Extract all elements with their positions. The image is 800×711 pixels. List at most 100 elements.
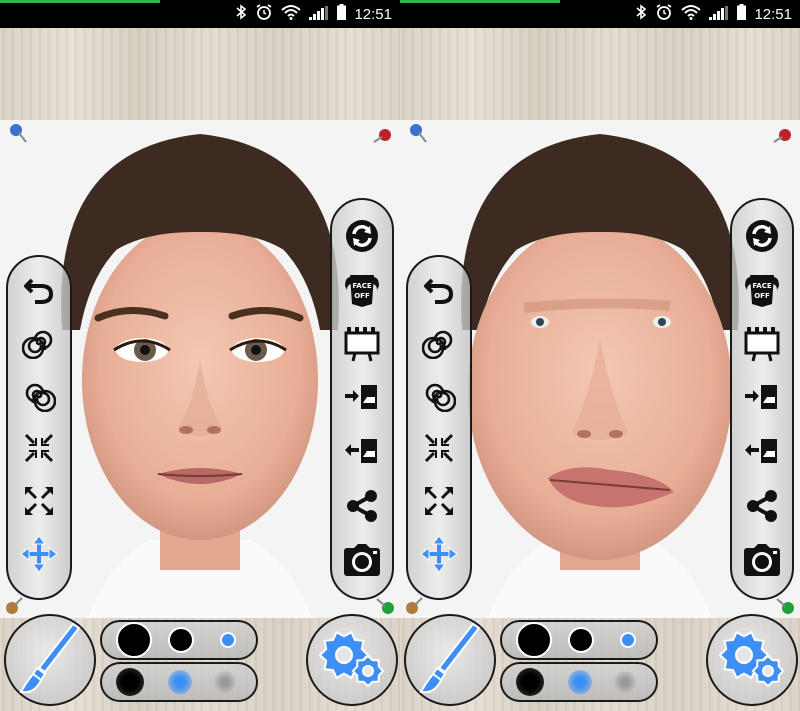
face-off-label-bottom: OFF xyxy=(354,292,370,300)
brush-hardness-hard[interactable] xyxy=(516,668,544,696)
settings-button[interactable] xyxy=(306,614,398,706)
billboard-icon xyxy=(343,326,381,366)
left-tool-swirl-right[interactable] xyxy=(8,375,70,419)
bottom-bar xyxy=(0,606,400,711)
swirl-right-icon xyxy=(22,378,57,416)
status-progress-bar xyxy=(400,0,560,3)
share-icon xyxy=(744,488,780,528)
alarm-icon xyxy=(655,3,673,25)
brush-size-medium[interactable] xyxy=(168,627,194,653)
expand-icon xyxy=(22,484,56,522)
settings-button[interactable] xyxy=(706,614,798,706)
brush-hardness-softest[interactable] xyxy=(214,671,236,693)
brush-button[interactable] xyxy=(404,614,496,706)
left-tool-undo[interactable] xyxy=(8,269,70,313)
brush-button[interactable] xyxy=(4,614,96,706)
status-time: 12:51 xyxy=(354,5,392,23)
right-tool-refresh[interactable] xyxy=(332,216,392,260)
shrink-icon xyxy=(22,431,56,469)
right-tool-camera[interactable] xyxy=(332,540,392,584)
refresh-icon xyxy=(744,218,780,258)
wifi-icon xyxy=(281,4,302,24)
status-bar: 12:51 xyxy=(400,0,800,28)
right-tool-import[interactable] xyxy=(732,378,792,422)
brush-size-large[interactable] xyxy=(116,622,152,658)
right-toolbar: FACE OFF xyxy=(330,198,394,600)
paintbrush-icon xyxy=(415,620,485,700)
swirl-left-icon xyxy=(421,325,456,363)
brush-size-selector xyxy=(100,620,258,660)
refresh-icon xyxy=(344,218,380,258)
brush-hardness-soft[interactable] xyxy=(568,670,592,694)
pin-top-left-icon xyxy=(8,122,30,150)
paintbrush-icon xyxy=(15,620,85,700)
brush-hardness-selector xyxy=(500,662,658,702)
right-tool-export[interactable] xyxy=(732,432,792,476)
brush-size-small[interactable] xyxy=(220,632,236,648)
battery-icon xyxy=(337,4,347,24)
left-tool-undo[interactable] xyxy=(408,269,470,313)
right-tool-export[interactable] xyxy=(332,432,392,476)
left-tool-swirl-left[interactable] xyxy=(8,322,70,366)
left-tool-expand[interactable] xyxy=(408,481,470,525)
shrink-icon xyxy=(422,431,456,469)
export-icon xyxy=(343,435,381,473)
brush-hardness-hard[interactable] xyxy=(116,668,144,696)
billboard-icon xyxy=(743,326,781,366)
left-tool-expand[interactable] xyxy=(8,481,70,525)
left-tool-shrink[interactable] xyxy=(408,428,470,472)
gear-icon xyxy=(316,625,388,695)
pin-top-right-icon xyxy=(372,126,394,150)
right-tool-camera[interactable] xyxy=(732,540,792,584)
brush-size-large[interactable] xyxy=(516,622,552,658)
face-off-label-bottom: OFF xyxy=(754,292,770,300)
import-icon xyxy=(343,381,381,419)
left-toolbar xyxy=(406,255,472,600)
brush-hardness-soft[interactable] xyxy=(168,670,192,694)
camera-icon xyxy=(742,542,782,582)
swirl-right-icon xyxy=(422,378,457,416)
swirl-left-icon xyxy=(21,325,56,363)
left-tool-shrink[interactable] xyxy=(8,428,70,472)
right-tool-share[interactable] xyxy=(732,486,792,530)
alarm-icon xyxy=(255,3,273,25)
right-tool-refresh[interactable] xyxy=(732,216,792,260)
status-time: 12:51 xyxy=(754,5,792,23)
right-tool-face-off[interactable]: FACE OFF xyxy=(332,270,392,314)
bluetooth-icon xyxy=(635,4,647,24)
gear-icon xyxy=(716,625,788,695)
right-tool-billboard[interactable] xyxy=(332,324,392,368)
expand-icon xyxy=(422,484,456,522)
face-off-label-top: FACE xyxy=(352,282,372,290)
brush-hardness-softest[interactable] xyxy=(614,671,636,693)
brush-size-small[interactable] xyxy=(620,632,636,648)
wifi-icon xyxy=(681,4,702,24)
move-icon xyxy=(420,535,458,577)
signal-icon xyxy=(709,5,729,24)
left-tool-move[interactable] xyxy=(408,534,470,578)
export-icon xyxy=(743,435,781,473)
undo-icon xyxy=(22,272,56,310)
bottom-bar xyxy=(400,606,800,711)
screen-original: 12:51 FACE OFF xyxy=(0,0,400,711)
undo-icon xyxy=(422,272,456,310)
right-tool-share[interactable] xyxy=(332,486,392,530)
left-tool-swirl-right[interactable] xyxy=(408,375,470,419)
left-tool-swirl-left[interactable] xyxy=(408,322,470,366)
face-off-label-top: FACE xyxy=(752,282,772,290)
right-tool-import[interactable] xyxy=(332,378,392,422)
brush-hardness-selector xyxy=(100,662,258,702)
left-toolbar xyxy=(6,255,72,600)
right-tool-billboard[interactable] xyxy=(732,324,792,368)
pin-top-right-icon xyxy=(772,126,794,150)
pin-top-left-icon xyxy=(408,122,430,150)
brush-size-selector xyxy=(500,620,658,660)
brush-size-medium[interactable] xyxy=(568,627,594,653)
camera-icon xyxy=(342,542,382,582)
left-tool-move[interactable] xyxy=(8,534,70,578)
battery-icon xyxy=(737,4,747,24)
share-icon xyxy=(344,488,380,528)
signal-icon xyxy=(309,5,329,24)
status-bar: 12:51 xyxy=(0,0,400,28)
right-tool-face-off[interactable]: FACE OFF xyxy=(732,270,792,314)
